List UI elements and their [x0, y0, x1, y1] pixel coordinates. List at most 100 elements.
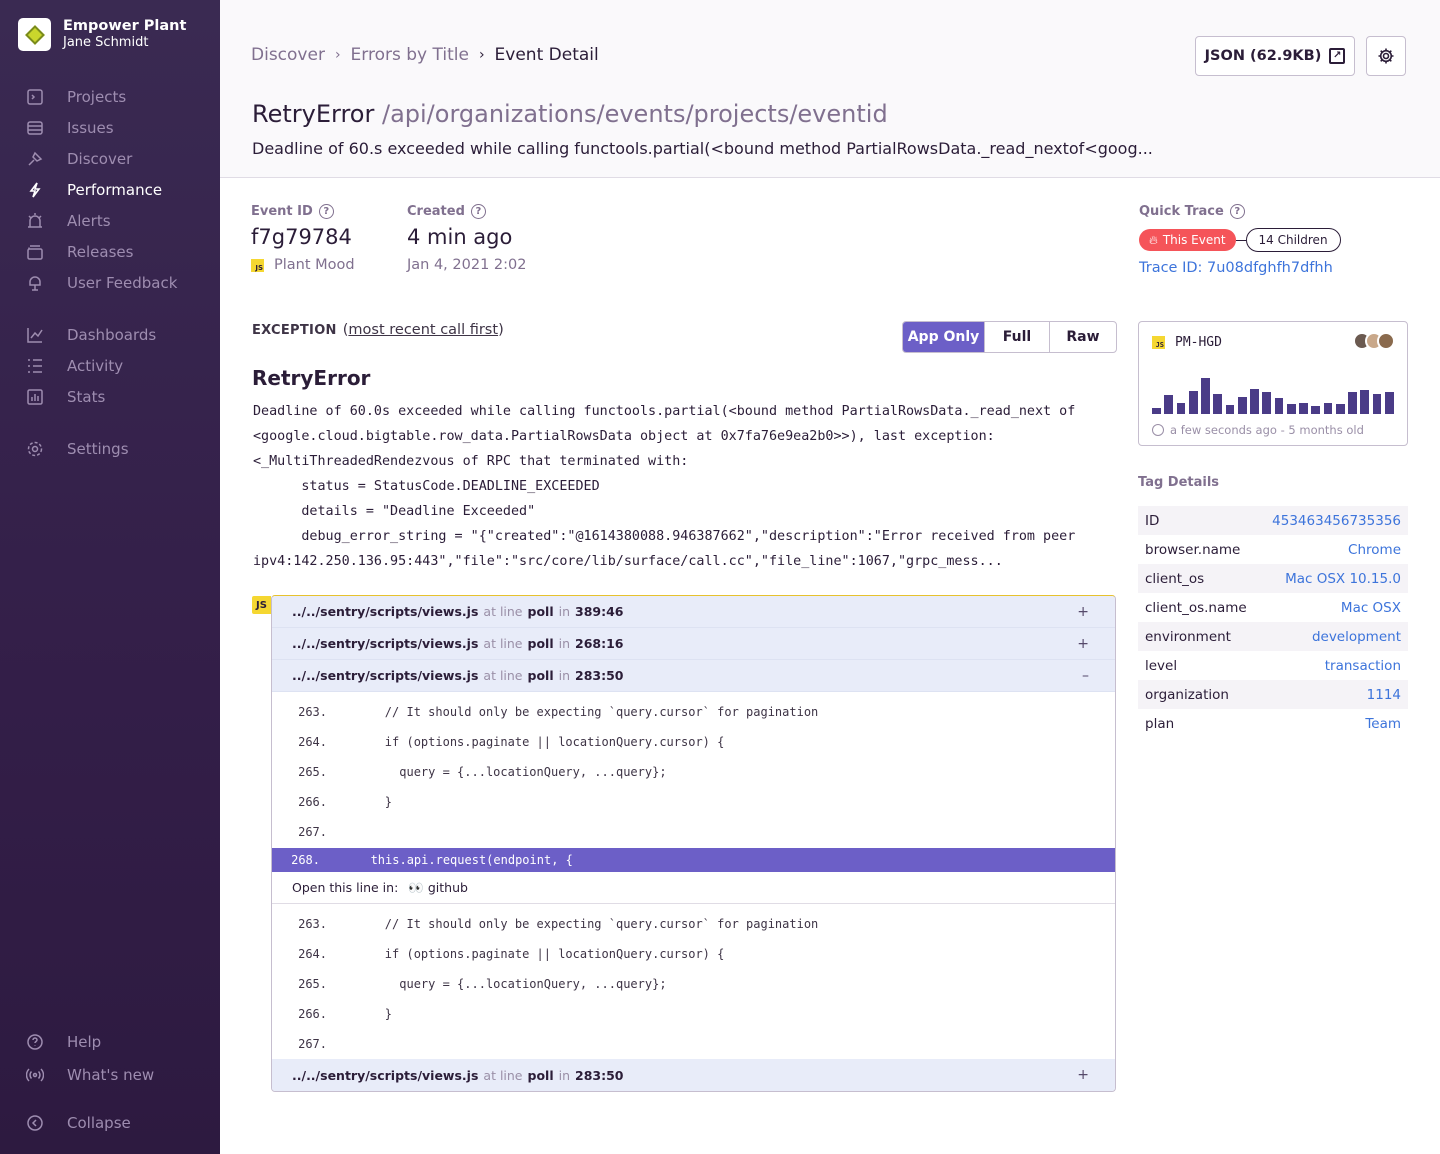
trace-connector: [1235, 239, 1246, 241]
sidebar-item-settings[interactable]: Settings: [0, 433, 220, 464]
json-button[interactable]: JSON (62.9KB) ↗: [1195, 36, 1355, 76]
org-switcher[interactable]: Empower Plant Jane Schmidt: [18, 18, 186, 51]
broadcast-icon: [26, 1066, 44, 1084]
expand-icon[interactable]: +: [1077, 1067, 1089, 1083]
collapse-icon[interactable]: –: [1082, 668, 1089, 684]
error-path: /api/organizations/events/projects/event…: [381, 100, 888, 128]
this-event-pill[interactable]: 🔥︎ This Event: [1139, 229, 1236, 251]
sparkline-bar: [1176, 403, 1186, 414]
tag-value[interactable]: 453463456735356: [1272, 513, 1401, 529]
app-only-button[interactable]: App Only: [903, 322, 985, 352]
stack-frame[interactable]: ../../sentry/scripts/views.js at line poll…: [272, 596, 1115, 628]
sidebar-item-projects[interactable]: Projects: [0, 81, 220, 112]
tag-value[interactable]: transaction: [1325, 658, 1401, 674]
tag-value[interactable]: Team: [1365, 716, 1401, 732]
help-icon[interactable]: ?: [318, 204, 334, 219]
children-pill[interactable]: 14 Children: [1245, 228, 1341, 252]
tag-row[interactable]: ID 453463456735356: [1138, 506, 1408, 535]
trace-id-link[interactable]: Trace ID: 7u08dfghfh7dfhh: [1139, 260, 1341, 276]
stack-frame[interactable]: ../../sentry/scripts/views.js at line poll…: [272, 628, 1115, 660]
issue-age: a few seconds ago - 5 months old: [1170, 423, 1364, 437]
expand-icon[interactable]: +: [1077, 636, 1089, 652]
sidebar-item-stats[interactable]: Stats: [0, 381, 220, 412]
tag-value[interactable]: Mac OSX: [1341, 600, 1401, 616]
sparkline-bar: [1348, 392, 1357, 414]
sidebar-item-issues[interactable]: Issues: [0, 112, 220, 143]
page-header: Discover › Errors by Title › Event Detai…: [220, 0, 1440, 178]
sparkline-bar: [1250, 389, 1259, 414]
line-code: query = {...locationQuery, ...query};: [327, 765, 667, 779]
sidebar-item-label: Discover: [67, 149, 133, 168]
help-icon[interactable]: ?: [470, 204, 486, 219]
frame-at: at line: [483, 636, 523, 651]
code-line: 267.: [272, 817, 1115, 847]
sidebar-item-dashboards[interactable]: Dashboards: [0, 319, 220, 350]
sidebar-item-whats-new[interactable]: What's new: [0, 1059, 220, 1090]
tag-row[interactable]: plan Team: [1138, 709, 1408, 738]
tag-key: client_os.name: [1145, 599, 1247, 616]
tag-row[interactable]: organization 1114: [1138, 680, 1408, 709]
sparkline-bar: [1286, 404, 1296, 414]
issue-card[interactable]: JS PM-HGD a few seconds ago - 5 months ol…: [1138, 321, 1408, 446]
full-button[interactable]: Full: [985, 322, 1050, 352]
json-button-label: JSON (62.9KB): [1204, 48, 1322, 64]
sidebar-item-user-feedback[interactable]: User Feedback: [0, 267, 220, 298]
stack-frame[interactable]: ../../sentry/scripts/views.js at line poll…: [272, 1059, 1115, 1091]
tag-value[interactable]: Mac OSX 10.15.0: [1285, 571, 1401, 587]
code-line-highlighted: 268. this.api.request(endpoint, {: [272, 848, 1115, 872]
tag-row[interactable]: client_os Mac OSX 10.15.0: [1138, 564, 1408, 593]
sparkline-bar: [1311, 406, 1321, 414]
tag-row[interactable]: environment development: [1138, 622, 1408, 651]
eyes-icon: 👀: [408, 879, 424, 895]
sparkline-bar: [1274, 398, 1284, 414]
event-sparkline: [1152, 372, 1397, 414]
sidebar-item-label: Stats: [67, 387, 106, 406]
sidebar-item-performance[interactable]: Performance: [0, 174, 220, 205]
breadcrumb-errors-by-title[interactable]: Errors by Title: [351, 45, 469, 65]
tag-value[interactable]: 1114: [1367, 687, 1401, 703]
sidebar-item-label: Projects: [67, 87, 127, 106]
project-name[interactable]: Plant Mood: [274, 257, 355, 273]
line-number: 265.: [298, 977, 327, 991]
tag-value[interactable]: development: [1312, 629, 1401, 645]
primary-nav: Projects Issues Discover Performance Ale…: [0, 81, 220, 298]
sidebar-item-activity[interactable]: Activity: [0, 350, 220, 381]
sidebar-collapse-button[interactable]: Collapse: [0, 1107, 220, 1138]
sparkline-bar: [1164, 395, 1174, 414]
exception-header: EXCEPTION (most recent call first): [252, 322, 504, 338]
frame-location: 389:46: [575, 604, 624, 619]
javascript-icon: JS: [251, 258, 264, 272]
sidebar-item-alerts[interactable]: Alerts: [0, 205, 220, 236]
gear-icon: [1378, 48, 1394, 64]
raw-button[interactable]: Raw: [1050, 322, 1116, 352]
frame-function: poll: [527, 668, 554, 683]
settings-button[interactable]: [1366, 36, 1406, 76]
expand-icon[interactable]: +: [1077, 604, 1089, 620]
sparkline-bar: [1225, 405, 1235, 414]
tag-key: ID: [1145, 512, 1160, 529]
projects-icon: [26, 88, 44, 106]
help-icon: [26, 1033, 44, 1051]
frame-file: ../../sentry/scripts/views.js: [292, 636, 479, 651]
tag-value[interactable]: Chrome: [1348, 542, 1401, 558]
secondary-nav: Dashboards Activity Stats: [0, 319, 220, 412]
github-link[interactable]: github: [428, 880, 468, 895]
sort-order-toggle[interactable]: most recent call first: [348, 322, 498, 338]
sparkline-bar: [1213, 394, 1223, 414]
sidebar-item-discover[interactable]: Discover: [0, 143, 220, 174]
tag-row[interactable]: level transaction: [1138, 651, 1408, 680]
tag-row[interactable]: browser.name Chrome: [1138, 535, 1408, 564]
tag-row[interactable]: client_os.name Mac OSX: [1138, 593, 1408, 622]
help-icon[interactable]: ?: [1229, 204, 1245, 219]
sidebar-item-releases[interactable]: Releases: [0, 236, 220, 267]
sparkline-bar: [1237, 397, 1247, 414]
page-subtitle: Deadline of 60.s exceeded while calling …: [252, 139, 1153, 158]
frame-file: ../../sentry/scripts/views.js: [292, 604, 479, 619]
user-name: Jane Schmidt: [63, 35, 149, 50]
code-line: 263. // It should only be expecting `que…: [272, 697, 1115, 727]
stack-frame-expanded[interactable]: ../../sentry/scripts/views.js at line poll…: [272, 660, 1115, 692]
sparkline-bar: [1323, 403, 1333, 414]
event-id-block: Event ID? f7g79784 JS Plant Mood: [251, 204, 355, 273]
breadcrumb-discover[interactable]: Discover: [251, 45, 325, 65]
sidebar-item-help[interactable]: Help: [0, 1026, 220, 1057]
